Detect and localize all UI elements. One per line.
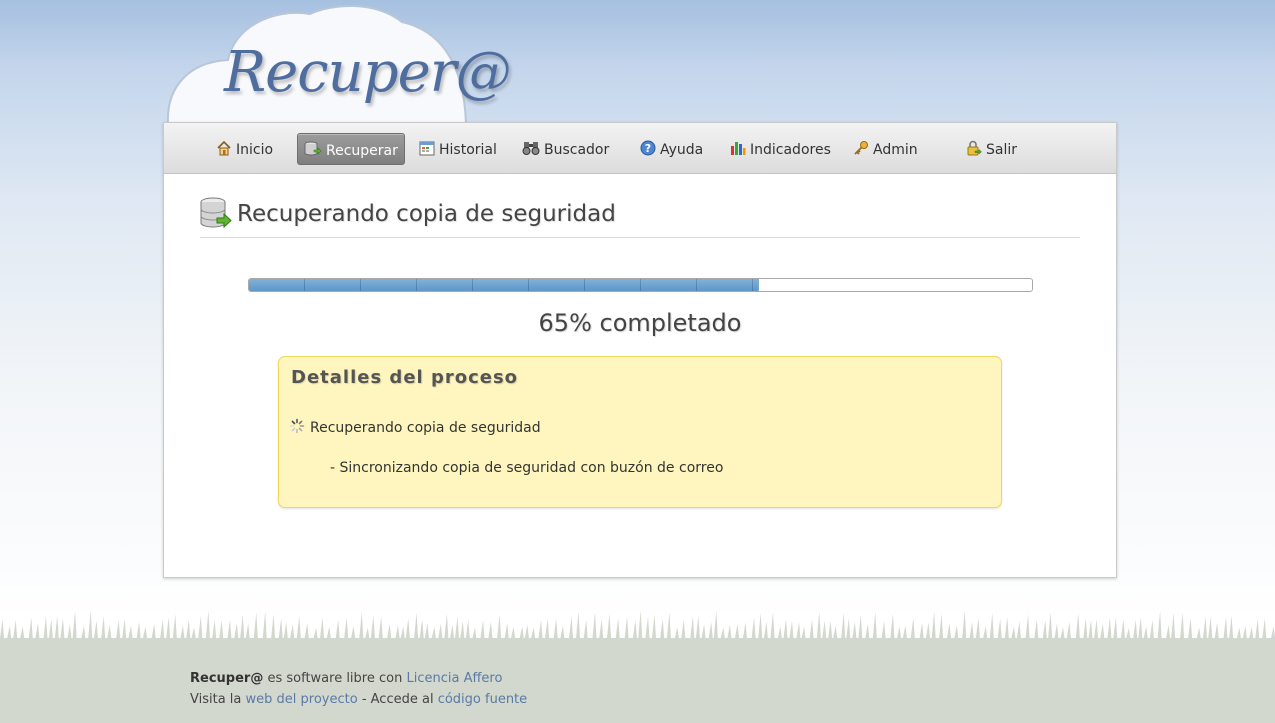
help-icon: ? <box>640 140 656 156</box>
nav-bar: Inicio Recuperar Historial Buscador ? Ay… <box>164 123 1116 174</box>
main-panel: Inicio Recuperar Historial Buscador ? Ay… <box>163 122 1117 578</box>
nav-item-indicadores[interactable]: Indicadores <box>724 133 837 163</box>
source-code-link[interactable]: código fuente <box>438 692 527 707</box>
footer-text-2: Visita la <box>190 692 246 707</box>
footer-text-3: - Accede al <box>357 692 438 707</box>
details-substep: - Sincronizando copia de seguridad con b… <box>330 460 724 476</box>
nav-label-indicadores: Indicadores <box>750 142 831 158</box>
progress-text: 65% completado <box>538 309 742 337</box>
nav-label-admin: Admin <box>873 142 918 158</box>
nav-item-salir[interactable]: Salir <box>960 133 1023 163</box>
calendar-icon <box>419 140 435 156</box>
binoculars-icon <box>522 140 540 156</box>
spinner-icon <box>289 418 305 438</box>
nav-label-recuperar: Recuperar <box>326 143 398 159</box>
footer-text-1: es software libre con <box>263 671 407 686</box>
nav-label-buscador: Buscador <box>544 142 610 158</box>
project-web-link[interactable]: web del proyecto <box>246 692 358 707</box>
home-icon <box>216 140 232 156</box>
svg-text:?: ? <box>645 142 651 155</box>
footer-line-links: Visita la web del proyecto - Accede al c… <box>190 692 527 707</box>
nav-item-recuperar[interactable]: Recuperar <box>297 133 405 165</box>
nav-label-salir: Salir <box>986 142 1018 158</box>
page-header: Recuperando copia de seguridad <box>200 197 1080 238</box>
footer: Recuper@ es software libre con Licencia … <box>0 640 1275 723</box>
progress-bar <box>248 278 1033 292</box>
lock-exit-icon <box>966 140 982 156</box>
license-link[interactable]: Licencia Affero <box>406 671 502 686</box>
bar-chart-icon <box>730 140 746 156</box>
nav-item-historial[interactable]: Historial <box>413 133 503 163</box>
nav-label-inicio: Inicio <box>236 142 274 158</box>
database-restore-icon <box>200 197 232 235</box>
details-title: Detalles del proceso <box>291 367 519 388</box>
logo[interactable]: Recuper@ <box>224 40 511 105</box>
details-step: Recuperando copia de seguridad <box>289 418 541 438</box>
progress-bar-fill <box>249 279 759 291</box>
key-icon <box>853 140 869 156</box>
nav-item-admin[interactable]: Admin <box>847 133 924 163</box>
nav-item-inicio[interactable]: Inicio <box>210 133 279 163</box>
details-step-label: Recuperando copia de seguridad <box>310 420 541 436</box>
nav-item-buscador[interactable]: Buscador <box>516 133 615 163</box>
nav-label-ayuda: Ayuda <box>660 142 704 158</box>
footer-line-license: Recuper@ es software libre con Licencia … <box>190 671 502 686</box>
nav-label-historial: Historial <box>439 142 497 158</box>
nav-item-ayuda[interactable]: ? Ayuda <box>634 133 709 163</box>
footer-brand: Recuper@ <box>190 671 264 686</box>
page-title: Recuperando copia de seguridad <box>237 201 616 227</box>
process-details-box: Detalles del proceso Recuperando copia d… <box>278 356 1002 508</box>
database-restore-icon <box>304 141 322 157</box>
